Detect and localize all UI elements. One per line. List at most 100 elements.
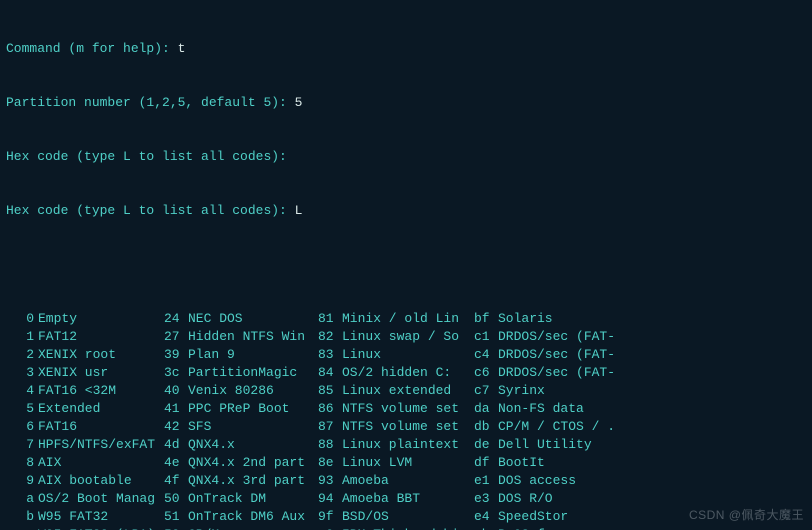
type-name: HPFS/NTFS/exFAT xyxy=(38,436,164,454)
type-code: bf xyxy=(474,310,498,328)
type-name: Plan 9 xyxy=(188,346,318,364)
type-name: BootIt xyxy=(498,454,648,472)
type-name: DRDOS/sec (FAT- xyxy=(498,328,648,346)
type-code: 84 xyxy=(318,364,342,382)
type-name: DOS access xyxy=(498,472,648,490)
type-name: QNX4.x 3rd part xyxy=(188,472,318,490)
type-code: 7 xyxy=(6,436,38,454)
type-code: 9f xyxy=(318,508,342,526)
table-row: 1FAT1227Hidden NTFS Win82Linux swap / So… xyxy=(6,328,806,346)
hex-prompt-1: Hex code (type L to list all codes): xyxy=(6,148,806,166)
type-name: Linux swap / So xyxy=(342,328,474,346)
table-row: 9AIX bootable4fQNX4.x 3rd part93Amoebae1… xyxy=(6,472,806,490)
type-code: 4f xyxy=(164,472,188,490)
type-code: a xyxy=(6,490,38,508)
type-name: Linux plaintext xyxy=(342,436,474,454)
type-name: NEC DOS xyxy=(188,310,318,328)
type-code: eb xyxy=(474,526,498,530)
type-name: FAT16 xyxy=(38,418,164,436)
type-name: W95 FAT32 (LBA) xyxy=(38,526,164,530)
table-row: 4FAT16 <32M40Venix 8028685Linux extended… xyxy=(6,382,806,400)
type-code: 83 xyxy=(318,346,342,364)
type-code: 0 xyxy=(6,310,38,328)
hex-prompt-2: Hex code (type L to list all codes): xyxy=(6,203,295,218)
type-name: CP/M xyxy=(188,526,318,530)
type-name: Amoeba xyxy=(342,472,474,490)
type-name: OnTrack DM xyxy=(188,490,318,508)
type-code: 94 xyxy=(318,490,342,508)
type-code: c7 xyxy=(474,382,498,400)
type-name: FAT16 <32M xyxy=(38,382,164,400)
type-name: OS/2 Boot Manag xyxy=(38,490,164,508)
type-code: e3 xyxy=(474,490,498,508)
type-name: Venix 80286 xyxy=(188,382,318,400)
type-name: Solaris xyxy=(498,310,648,328)
type-code: 42 xyxy=(164,418,188,436)
type-code: a0 xyxy=(318,526,342,530)
type-name: NTFS volume set xyxy=(342,400,474,418)
type-code: df xyxy=(474,454,498,472)
type-name: QNX4.x 2nd part xyxy=(188,454,318,472)
type-code: 40 xyxy=(164,382,188,400)
type-code: 9 xyxy=(6,472,38,490)
type-name: AIX xyxy=(38,454,164,472)
command-prompt: Command (m for help): xyxy=(6,41,178,56)
type-code: 6 xyxy=(6,418,38,436)
type-code: 8 xyxy=(6,454,38,472)
type-code: e1 xyxy=(474,472,498,490)
hex-input-L: L xyxy=(295,203,303,218)
type-code: 41 xyxy=(164,400,188,418)
type-name: Linux xyxy=(342,346,474,364)
type-name: Non-FS data xyxy=(498,400,648,418)
type-code: 86 xyxy=(318,400,342,418)
table-row: 8AIX4eQNX4.x 2nd part8eLinux LVMdfBootIt xyxy=(6,454,806,472)
table-row: aOS/2 Boot Manag50OnTrack DM94Amoeba BBT… xyxy=(6,490,806,508)
table-row: cW95 FAT32 (LBA)52CP/Ma0IBM Thinkpad hie… xyxy=(6,526,806,530)
type-code: 82 xyxy=(318,328,342,346)
table-row: 2XENIX root39Plan 983Linuxc4DRDOS/sec (F… xyxy=(6,346,806,364)
type-code: c xyxy=(6,526,38,530)
type-name: DOS R/O xyxy=(498,490,648,508)
partition-type-table: 0Empty24NEC DOS81Minix / old LinbfSolari… xyxy=(6,310,806,530)
type-code: c1 xyxy=(474,328,498,346)
type-name: OS/2 hidden C: xyxy=(342,364,474,382)
type-code: da xyxy=(474,400,498,418)
type-name: FAT12 xyxy=(38,328,164,346)
type-name: Syrinx xyxy=(498,382,648,400)
command-prompt-line: Command (m for help): t xyxy=(6,40,806,58)
terminal-output: Command (m for help): t Partition number… xyxy=(0,0,812,530)
type-name: Linux LVM xyxy=(342,454,474,472)
type-code: 3c xyxy=(164,364,188,382)
type-name: Extended xyxy=(38,400,164,418)
type-name: SFS xyxy=(188,418,318,436)
partition-prompt-line: Partition number (1,2,5, default 5): 5 xyxy=(6,94,806,112)
type-code: 8e xyxy=(318,454,342,472)
type-code: c6 xyxy=(474,364,498,382)
type-name: BeOS fs xyxy=(498,526,648,530)
type-name: BSD/OS xyxy=(342,508,474,526)
type-name: XENIX root xyxy=(38,346,164,364)
type-code: 4 xyxy=(6,382,38,400)
type-name: NTFS volume set xyxy=(342,418,474,436)
table-row: 6FAT1642SFS87NTFS volume setdbCP/M / CTO… xyxy=(6,418,806,436)
type-code: e4 xyxy=(474,508,498,526)
type-code: 85 xyxy=(318,382,342,400)
type-name: IBM Thinkpad hi xyxy=(342,526,474,530)
type-name: SpeedStor xyxy=(498,508,648,526)
table-row: 3XENIX usr3cPartitionMagic84OS/2 hidden … xyxy=(6,364,806,382)
type-code: 5 xyxy=(6,400,38,418)
type-code: 87 xyxy=(318,418,342,436)
type-code: 51 xyxy=(164,508,188,526)
blank-line xyxy=(6,256,806,274)
type-code: c4 xyxy=(474,346,498,364)
type-code: 4d xyxy=(164,436,188,454)
type-code: 24 xyxy=(164,310,188,328)
type-code: 3 xyxy=(6,364,38,382)
type-name: DRDOS/sec (FAT- xyxy=(498,364,648,382)
type-code: 88 xyxy=(318,436,342,454)
type-name: PartitionMagic xyxy=(188,364,318,382)
type-name: Minix / old Lin xyxy=(342,310,474,328)
type-name: AIX bootable xyxy=(38,472,164,490)
type-name: Empty xyxy=(38,310,164,328)
type-code: 52 xyxy=(164,526,188,530)
